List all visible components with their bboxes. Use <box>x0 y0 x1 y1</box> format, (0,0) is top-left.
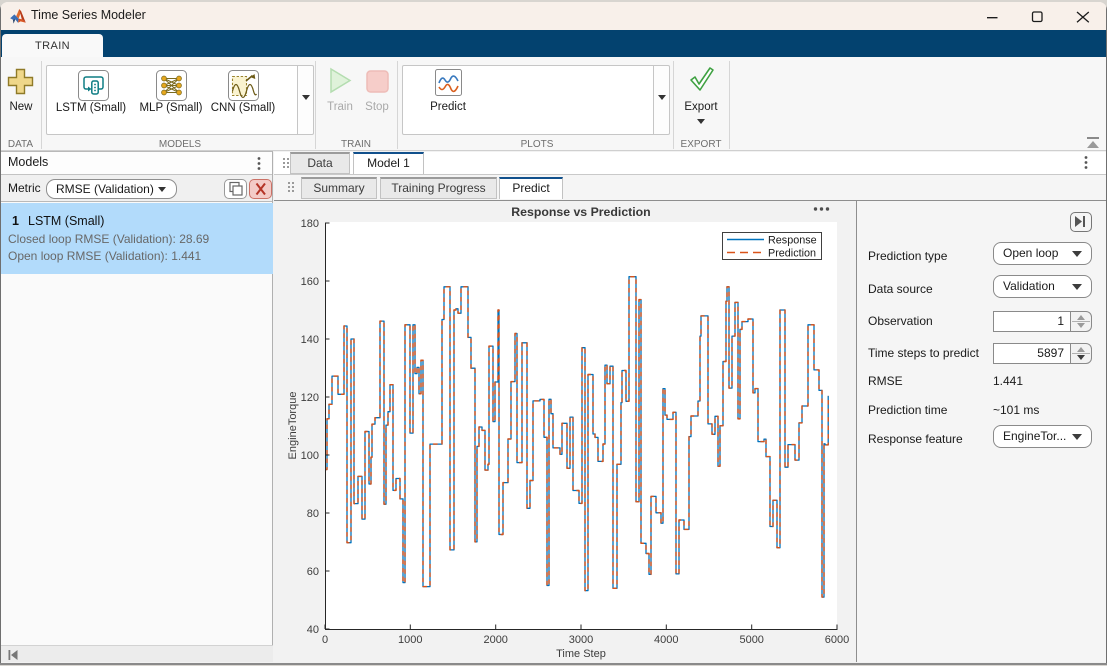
svg-text:5000: 5000 <box>739 634 763 646</box>
svg-text:6000: 6000 <box>825 634 849 646</box>
svg-text:EngineTorque: EngineTorque <box>287 392 299 460</box>
svg-text:1000: 1000 <box>398 634 422 646</box>
svg-text:40: 40 <box>307 624 319 636</box>
svg-text:Time Step: Time Step <box>556 648 606 660</box>
svg-text:160: 160 <box>301 276 319 288</box>
svg-text:4000: 4000 <box>654 634 678 646</box>
svg-text:Response vs Prediction: Response vs Prediction <box>511 205 650 219</box>
svg-text:0: 0 <box>322 634 328 646</box>
svg-text:140: 140 <box>301 334 319 346</box>
svg-text:100: 100 <box>301 450 319 462</box>
svg-text:180: 180 <box>301 218 319 230</box>
svg-text:120: 120 <box>301 392 319 404</box>
svg-text:Prediction: Prediction <box>768 248 816 260</box>
svg-text:3000: 3000 <box>569 634 593 646</box>
svg-text:60: 60 <box>307 566 319 578</box>
svg-text:2000: 2000 <box>483 634 507 646</box>
svg-text:80: 80 <box>307 508 319 520</box>
svg-text:Response: Response <box>768 235 817 247</box>
